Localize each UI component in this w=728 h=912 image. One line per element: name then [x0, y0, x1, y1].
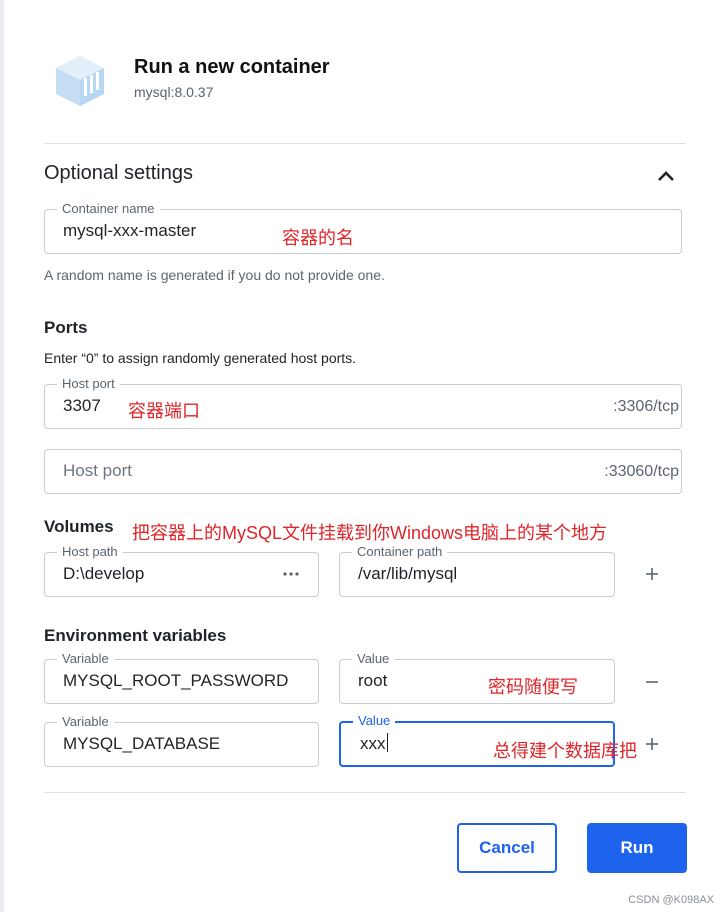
volume-container-path-field[interactable]: Container path /var/lib/mysql	[339, 544, 615, 597]
container-port-suffix: :3306/tcp	[613, 398, 679, 415]
env-variable-field-1[interactable]: Variable MYSQL_ROOT_PASSWORD	[44, 651, 319, 704]
env-value-label: Value	[352, 651, 395, 666]
add-volume-button[interactable]	[641, 563, 663, 585]
container-port-suffix-2: :33060/tcp	[604, 463, 679, 480]
container-name-helper: A random name is generated if you do not…	[44, 267, 385, 283]
image-tag: mysql:8.0.37	[134, 84, 214, 100]
minus-icon	[646, 681, 658, 683]
annotation-volumes: 把容器上的MySQL文件挂载到你Windows电脑上的某个地方	[132, 523, 608, 543]
annotation-container-name: 容器的名	[282, 228, 354, 248]
remove-env-button[interactable]	[641, 671, 663, 693]
window-edge	[0, 0, 4, 912]
collapse-optional-settings-button[interactable]	[652, 162, 680, 190]
optional-settings-title: Optional settings	[44, 162, 193, 184]
plus-icon	[646, 738, 658, 750]
host-port-value: 3307	[63, 396, 101, 415]
host-port-label: Host port	[57, 376, 120, 391]
chevron-up-icon	[658, 171, 674, 181]
header-divider	[44, 143, 686, 144]
env-value-text: xxx	[360, 734, 386, 753]
watermark: CSDN @K098AX	[628, 894, 714, 906]
container-path-label: Container path	[352, 544, 448, 559]
container-path-value: /var/lib/mysql	[358, 564, 458, 583]
browse-host-path-button[interactable]	[282, 565, 300, 583]
env-title: Environment variables	[44, 626, 227, 645]
add-env-button[interactable]	[641, 733, 663, 755]
env-variable-value: MYSQL_DATABASE	[63, 734, 221, 753]
docker-image-cube-icon	[50, 52, 110, 108]
host-port-field-2[interactable]: Host port :33060/tcp	[44, 449, 682, 494]
env-variable-label: Variable	[57, 651, 114, 666]
env-value-label: Value	[353, 713, 396, 728]
container-name-field[interactable]: Container name mysql-xxx-master	[44, 201, 682, 254]
text-cursor	[386, 733, 388, 752]
dialog-title: Run a new container	[134, 56, 330, 78]
volume-host-path-field[interactable]: Host path D:\develop	[44, 544, 319, 597]
env-variable-value: MYSQL_ROOT_PASSWORD	[63, 671, 289, 690]
ports-title: Ports	[44, 318, 88, 337]
annotation-database: 总得建个数据库把	[493, 741, 637, 761]
env-variable-label: Variable	[57, 714, 114, 729]
footer-divider	[44, 792, 686, 793]
env-value-value: root	[358, 671, 388, 690]
more-dots-icon	[283, 572, 299, 576]
host-path-label: Host path	[57, 544, 123, 559]
container-name-label: Container name	[57, 201, 160, 216]
dialog-header: Run a new container mysql:8.0.37	[50, 50, 690, 120]
ports-helper: Enter “0” to assign randomly generated h…	[44, 350, 357, 366]
container-name-value: mysql-xxx-master	[63, 221, 197, 240]
plus-icon	[646, 568, 658, 580]
run-button[interactable]: Run	[587, 823, 687, 873]
host-port-placeholder: Host port	[63, 461, 132, 480]
cancel-button[interactable]: Cancel	[457, 823, 557, 873]
volumes-title: Volumes	[44, 517, 114, 536]
host-path-value: D:\develop	[63, 564, 145, 583]
env-value-input: xxx	[360, 733, 388, 754]
env-variable-field-2[interactable]: Variable MYSQL_DATABASE	[44, 714, 319, 767]
annotation-password: 密码随便写	[488, 677, 578, 697]
annotation-port: 容器端口	[128, 401, 200, 421]
